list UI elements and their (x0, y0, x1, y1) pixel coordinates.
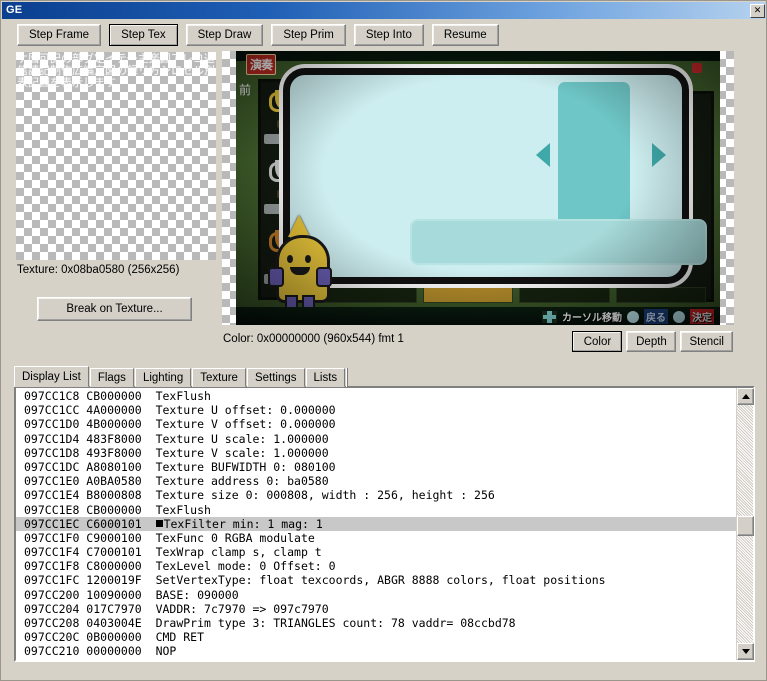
step-into-button[interactable]: Step Into (353, 24, 424, 46)
framebuffer-mode-buttons: Color Depth Stencil (568, 331, 733, 352)
row-address: 097CC20C 0B000000 (24, 630, 156, 645)
row-address: 097CC1D4 483F8000 (24, 431, 156, 446)
row-address: 097CC1F4 C7000101 (24, 545, 156, 560)
display-list-row[interactable]: 097CC1CC 4A000000 Texture U offset: 0.00… (16, 403, 736, 417)
break-on-texture-button[interactable]: Break on Texture... (37, 297, 192, 321)
display-list-row[interactable]: 097CC1F4 C7000101 TexWrap clamp s, clamp… (16, 545, 736, 559)
row-address: 097CC208 0403004E (24, 616, 156, 630)
tab-flags[interactable]: Flags (89, 368, 134, 387)
display-list-row[interactable]: 097CC1EC C6000101 TexFilter min: 1 mag: … (16, 516, 736, 531)
row-address: 097CC1C8 CB000000 (24, 389, 156, 403)
row-description: TexLevel mode: 0 Offset: 0 (155, 559, 336, 574)
tab-lists[interactable]: Lists (305, 368, 346, 387)
window-title: GE (6, 4, 23, 16)
step-draw-button[interactable]: Step Draw (185, 24, 264, 46)
row-address: 097CC200 10090000 (24, 587, 156, 602)
row-address: 097CC1CC 4A000000 (24, 403, 156, 418)
stencil-mode-button[interactable]: Stencil (680, 331, 733, 352)
display-list-row[interactable]: 097CC1DC A8080100 Texture BUFWIDTH 0: 08… (16, 460, 736, 474)
display-list-row[interactable]: 097CC1D4 483F8000 Texture U scale: 1.000… (16, 432, 736, 446)
display-list-row[interactable]: 097CC1E0 A0BA0580 Texture address 0: ba0… (16, 474, 736, 488)
row-address: 097CC1FC 1200019F (24, 573, 156, 588)
display-list-scrollbar[interactable] (736, 388, 754, 660)
row-address: 097CC1E4 B8000808 (24, 488, 156, 503)
framebuffer-info-label: Color: 0x00000000 (960x544) fmt 1 (223, 333, 404, 345)
scroll-up-arrow-icon[interactable] (737, 388, 754, 405)
row-address: 097CC1D8 493F8000 (24, 445, 156, 460)
tab-texture[interactable]: Texture (192, 368, 246, 387)
display-list-row[interactable]: 097CC1E8 CB000000 TexFlush (16, 503, 736, 517)
row-description: CMD RET (155, 630, 205, 645)
row-description: Texture V offset: 0.000000 (155, 417, 336, 432)
row-description: TexFilter min: 1 mag: 1 (163, 516, 323, 531)
game-vignette (236, 51, 720, 325)
tab-lighting[interactable]: Lighting (134, 368, 192, 387)
display-list-row[interactable]: 097CC1C8 CB000000 TexFlush (16, 389, 736, 403)
display-list-row[interactable]: 097CC1D8 493F8000 Texture V scale: 1.000… (16, 446, 736, 460)
row-description: Texture U scale: 1.000000 (155, 431, 329, 446)
close-icon[interactable]: ✕ (750, 3, 765, 18)
tab-row-end (346, 368, 349, 387)
row-description: Texture U offset: 0.000000 (155, 403, 336, 418)
display-list-row[interactable]: 097CC1FC 1200019F SetVertexType: float t… (16, 573, 736, 587)
scroll-down-arrow-icon[interactable] (737, 643, 754, 660)
texture-overlay-text: ケ図可記の部グ定イテ一主楽図アレコ返信読記制作広編定図の録リ方シロセル別表記図を… (17, 52, 215, 89)
display-list-row[interactable]: 097CC208 0403004E DrawPrim type 3: TRIAN… (16, 616, 736, 630)
depth-mode-button[interactable]: Depth (626, 331, 677, 352)
display-list-row[interactable]: 097CC20C 0B000000 CMD RET (16, 630, 736, 644)
row-description: DrawPrim type 3: TRIANGLES count: 78 vad… (155, 616, 516, 630)
display-list-page: 097CC1C8 CB000000 TexFlush 097CC1CC 4A000… (14, 386, 755, 662)
row-description: TexFlush (155, 389, 211, 403)
row-address: 097CC210 00000000 (24, 644, 156, 659)
display-list-row[interactable]: 097CC1F8 C8000000 TexLevel mode: 0 Offse… (16, 559, 736, 573)
row-description: SetVertexType: float texcoords, ABGR 888… (155, 573, 606, 588)
row-description: Texture size 0: 000808, width : 256, hei… (155, 488, 495, 503)
color-mode-button[interactable]: Color (572, 331, 623, 352)
tab-settings[interactable]: Settings (246, 368, 305, 387)
ge-debugger-window: GE ✕ Step Frame Step Tex Step Draw Step … (0, 0, 767, 681)
row-description: TexFunc 0 RGBA modulate (155, 530, 315, 545)
row-description: NOP (155, 644, 177, 659)
game-render-image: 演奏 前 カーソ (236, 51, 720, 325)
row-address: 097CC1E8 CB000000 (24, 502, 156, 517)
row-address: 097CC1D0 4B000000 (24, 417, 156, 432)
row-description: BASE: 090000 (155, 587, 239, 602)
display-list-row[interactable]: 097CC210 00000000 NOP (16, 644, 736, 658)
step-prim-button[interactable]: Step Prim (271, 24, 346, 46)
framebuffer-preview[interactable]: 演奏 前 カーソ (222, 51, 734, 325)
row-description: Texture BUFWIDTH 0: 080100 (155, 459, 336, 474)
row-description: Texture V scale: 1.000000 (155, 445, 329, 460)
row-address: 097CC1F8 C8000000 (24, 559, 156, 574)
row-address: 097CC1E0 A0BA0580 (24, 474, 156, 489)
display-list-row[interactable]: 097CC204 017C7970 VADDR: 7c7970 => 097c7… (16, 602, 736, 616)
row-description: Texture address 0: ba0580 (155, 474, 329, 489)
texture-info-label: Texture: 0x08ba0580 (256x256) (17, 264, 180, 276)
display-list-row[interactable]: 097CC200 10090000 BASE: 090000 (16, 588, 736, 602)
breakpoint-icon[interactable] (155, 519, 163, 527)
title-bar: GE ✕ (2, 2, 766, 19)
tab-display-list[interactable]: Display List (14, 366, 89, 387)
display-list-view[interactable]: 097CC1C8 CB000000 TexFlush 097CC1CC 4A000… (16, 388, 736, 661)
display-list-row[interactable]: 097CC1E4 B8000808 Texture size 0: 000808… (16, 488, 736, 502)
resume-button[interactable]: Resume (431, 24, 499, 46)
row-address: 097CC204 017C7970 (24, 601, 156, 616)
scrollbar-thumb[interactable] (737, 516, 754, 536)
row-description: VADDR: 7c7970 => 097c7970 (155, 601, 329, 616)
row-address: 097CC1DC A8080100 (24, 459, 156, 474)
row-description: TexWrap clamp s, clamp t (155, 545, 322, 560)
row-description: TexFlush (155, 502, 211, 517)
tab-row: Display List Flags Lighting Texture Sett… (14, 366, 349, 387)
step-tex-button[interactable]: Step Tex (109, 24, 178, 46)
display-list-row[interactable]: 097CC1F0 C9000100 TexFunc 0 RGBA modulat… (16, 531, 736, 545)
debug-notebook: Display List Flags Lighting Texture Sett… (14, 366, 755, 662)
display-list-row[interactable]: 097CC1D0 4B000000 Texture V offset: 0.00… (16, 417, 736, 431)
texture-preview[interactable]: ケ図可記の部グ定イテ一主楽図アレコ返信読記制作広編定図の録リ方シロセル別表記図を… (16, 52, 216, 260)
step-frame-button[interactable]: Step Frame (17, 24, 102, 46)
row-address: 097CC1EC C6000101 (24, 516, 156, 531)
row-address: 097CC1F0 C9000100 (24, 530, 156, 545)
texture-checkerboard: ケ図可記の部グ定イテ一主楽図アレコ返信読記制作広編定図の録リ方シロセル別表記図を… (16, 52, 216, 260)
step-toolbar: Step Frame Step Tex Step Draw Step Prim … (1, 21, 766, 49)
